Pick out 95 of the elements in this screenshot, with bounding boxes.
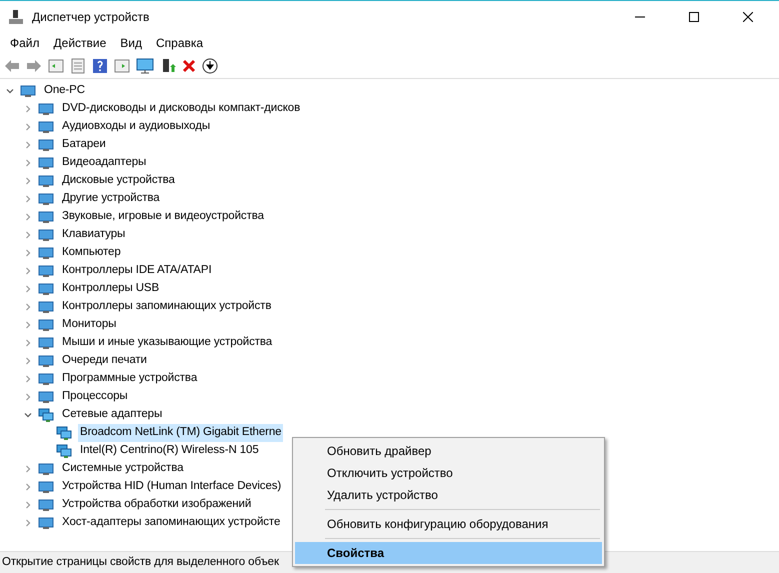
tree-item[interactable]: Очереди печати [60, 352, 149, 370]
device-icon [38, 155, 54, 171]
tree-item[interactable]: Другие устройства [60, 190, 162, 208]
menu-item[interactable]: Вид [114, 34, 148, 52]
tree-item[interactable]: Аудиовходы и аудиовыходы [60, 118, 212, 136]
device-icon [38, 245, 54, 261]
chevron-right-icon[interactable] [24, 483, 32, 491]
device-icon [38, 335, 54, 351]
tree-item[interactable]: Broadcom NetLink (TM) Gigabit Etherne [78, 424, 284, 442]
chevron-right-icon[interactable] [24, 249, 32, 257]
tree-item[interactable]: Контроллеры USB [60, 280, 162, 298]
tree-item[interactable]: Контроллеры IDE ATA/ATAPI [60, 262, 214, 280]
tree-item[interactable]: Устройства HID (Human Interface Devices) [60, 478, 284, 496]
tree-item[interactable]: Мониторы [60, 316, 118, 334]
status-text: Открытие страницы свойств для выделенного объек [2, 554, 279, 570]
forward-icon[interactable] [26, 58, 42, 72]
menu-item[interactable]: Обновить драйвер [295, 440, 602, 462]
chevron-right-icon[interactable] [24, 141, 32, 149]
panel-icon[interactable] [48, 58, 64, 74]
window-title: Диспетчер устройств [32, 9, 150, 26]
tree-item[interactable]: Устройства обработки изображений [60, 496, 254, 514]
tree-item[interactable]: Батареи [60, 136, 108, 154]
menu-item[interactable]: Справка [150, 34, 210, 52]
device-icon [38, 209, 54, 225]
tree-item[interactable]: Хост-адаптеры запоминающих устройсте [60, 514, 282, 532]
menu-item[interactable]: Файл [4, 34, 46, 52]
chevron-right-icon[interactable] [24, 267, 32, 275]
device-icon [38, 497, 54, 513]
chevron-right-icon[interactable] [24, 105, 32, 113]
device-icon [38, 227, 54, 243]
app-icon [8, 9, 24, 25]
device-icon [38, 137, 54, 153]
menu-item[interactable]: Удалить устройство [295, 484, 602, 506]
chevron-right-icon[interactable] [24, 393, 32, 401]
chevron-right-icon[interactable] [24, 357, 32, 365]
device-icon [38, 191, 54, 207]
device-icon [38, 389, 54, 405]
network-icon [38, 407, 54, 423]
chevron-down-icon[interactable] [24, 411, 32, 419]
tree-item[interactable]: Программные устройства [60, 370, 200, 388]
chevron-right-icon[interactable] [24, 285, 32, 293]
delete-icon[interactable] [182, 58, 196, 72]
tree-item[interactable]: Системные устройства [60, 460, 186, 478]
chevron-right-icon[interactable] [24, 519, 32, 527]
tree-item[interactable]: Мыши и иные указывающие устройства [60, 334, 274, 352]
monitor-icon[interactable] [136, 58, 154, 74]
chevron-right-icon[interactable] [24, 321, 32, 329]
chevron-right-icon[interactable] [24, 177, 32, 185]
device-icon [38, 119, 54, 135]
panel-icon[interactable] [114, 58, 130, 74]
tree-item[interactable]: Компьютер [60, 244, 123, 262]
tree-item[interactable]: Сетевые адаптеры [60, 406, 164, 424]
chevron-right-icon[interactable] [24, 123, 32, 131]
tree-item[interactable]: Клавиатуры [60, 226, 128, 244]
device-icon [38, 299, 54, 315]
device-icon [38, 101, 54, 117]
chevron-right-icon[interactable] [24, 231, 32, 239]
tree-item[interactable]: Intel(R) Centrino(R) Wireless-N 105 [78, 442, 261, 460]
device-icon [38, 317, 54, 333]
chevron-down-icon[interactable] [6, 87, 14, 95]
tree-item[interactable]: Звуковые, игровые и видеоустройства [60, 208, 266, 226]
device-icon [38, 515, 54, 531]
menu-item[interactable]: Обновить конфигурацию оборудования [295, 513, 602, 535]
device-icon [38, 353, 54, 369]
chevron-right-icon[interactable] [24, 465, 32, 473]
menu-item[interactable]: Отключить устройство [295, 462, 602, 484]
chevron-right-icon[interactable] [24, 213, 32, 221]
network-icon [56, 425, 72, 441]
network-icon [56, 443, 72, 459]
tree-item[interactable]: Видеоадаптеры [60, 154, 148, 172]
download-icon[interactable] [202, 58, 218, 74]
chevron-right-icon[interactable] [24, 501, 32, 509]
tree-item[interactable]: Процессоры [60, 388, 130, 406]
device-icon [38, 461, 54, 477]
chevron-right-icon[interactable] [24, 375, 32, 383]
chevron-right-icon[interactable] [24, 195, 32, 203]
chevron-right-icon[interactable] [24, 303, 32, 311]
device-add-icon[interactable] [160, 58, 176, 74]
device-icon [38, 263, 54, 279]
tree-item[interactable]: DVD-дисководы и дисководы компакт-дисков [60, 100, 302, 118]
tree-item[interactable]: One-PC [42, 82, 87, 100]
device-icon [38, 371, 54, 387]
help-icon[interactable] [92, 58, 108, 74]
chevron-right-icon[interactable] [24, 159, 32, 167]
chevron-right-icon[interactable] [24, 339, 32, 347]
document-icon[interactable] [70, 58, 86, 74]
menu-item[interactable]: Свойства [295, 542, 602, 564]
tree-item[interactable]: Дисковые устройства [60, 172, 177, 190]
device-icon [38, 479, 54, 495]
device-icon [38, 173, 54, 189]
tree-item[interactable]: Контроллеры запоминающих устройств [60, 298, 274, 316]
device-icon [20, 83, 36, 99]
back-icon[interactable] [4, 58, 20, 72]
menu-item[interactable]: Действие [48, 34, 112, 52]
device-icon [38, 281, 54, 297]
